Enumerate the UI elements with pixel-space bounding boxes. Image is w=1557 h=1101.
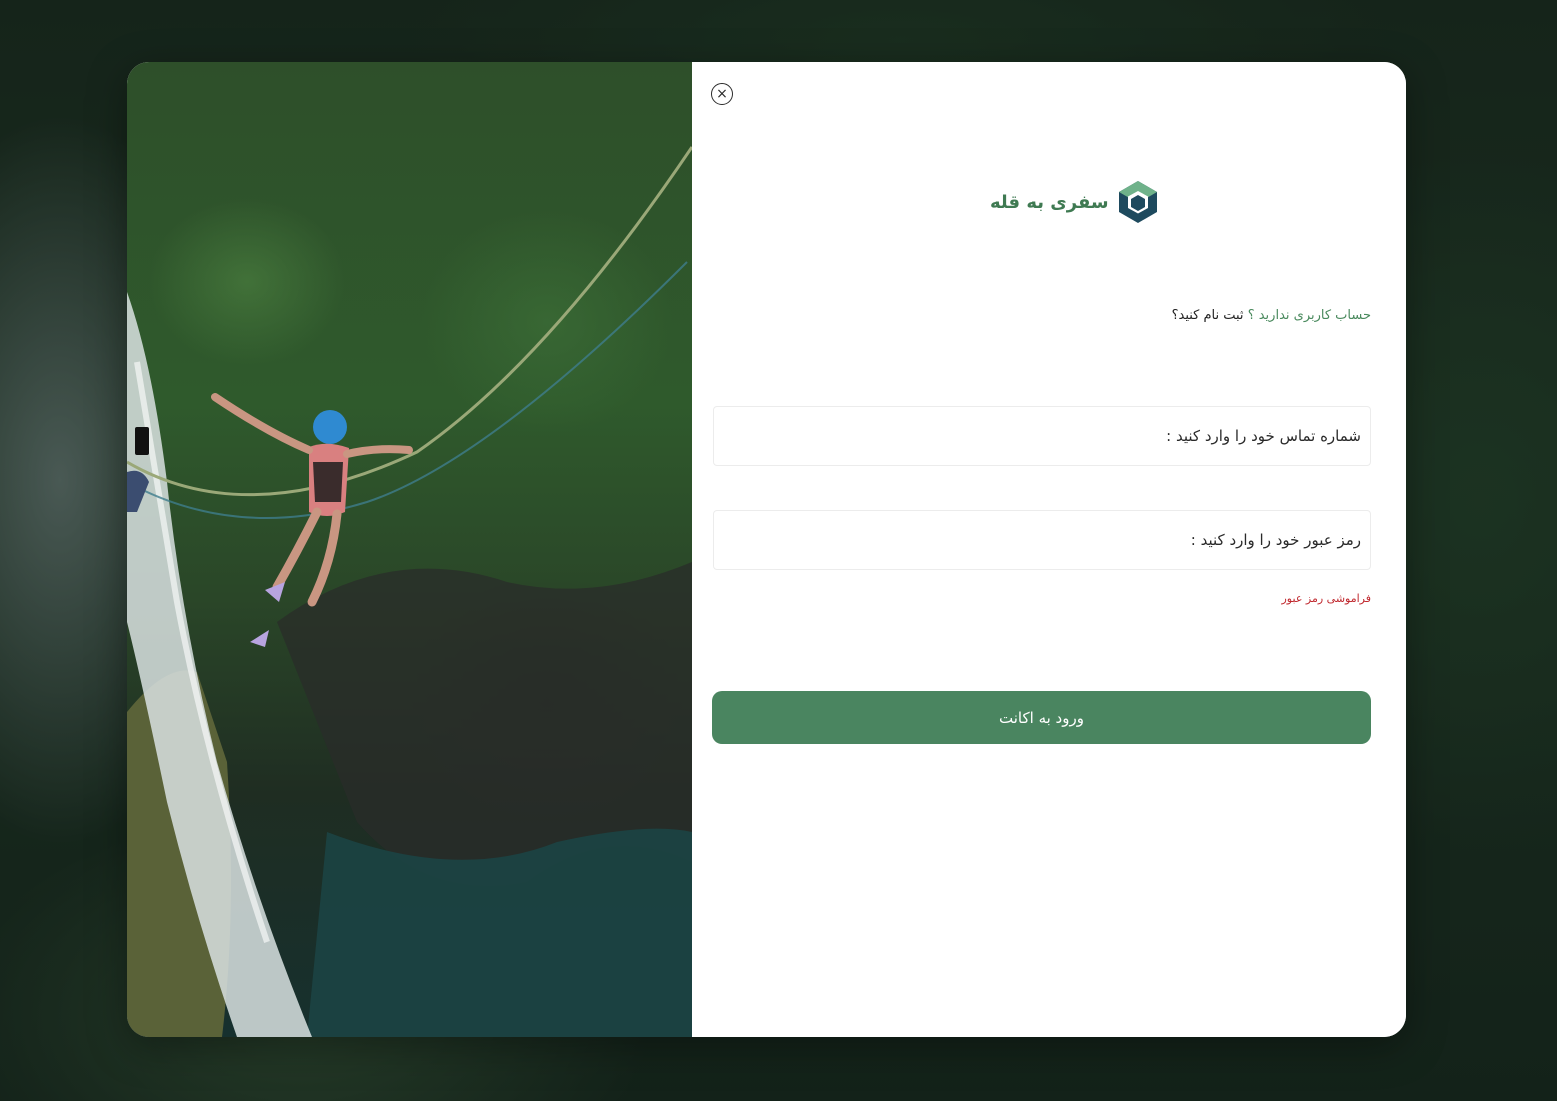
signup-question: حساب کاربری ندارید ؟ (1247, 308, 1371, 323)
brand-name: سفری به قله (990, 191, 1109, 213)
close-symbol: × (716, 86, 728, 102)
signup-prompt: حساب کاربری ندارید ؟ ثبت نام کنید؟ (1172, 308, 1371, 323)
password-field (713, 510, 1371, 570)
phone-input[interactable] (714, 407, 1370, 465)
hexagon-logo-icon (1118, 181, 1157, 223)
login-form-panel: × سفری به قله حساب کاربری ندارید ؟ ثبت ن… (692, 62, 1406, 1037)
login-button[interactable]: ورود به اکانت (712, 691, 1371, 744)
zipline-illustration (127, 146, 692, 1037)
brand-header: سفری به قله (990, 180, 1159, 224)
close-icon[interactable]: × (711, 83, 733, 105)
signup-link[interactable]: ثبت نام کنید؟ (1172, 308, 1244, 323)
login-modal: × سفری به قله حساب کاربری ندارید ؟ ثبت ن… (127, 62, 1406, 1037)
password-input[interactable] (714, 511, 1370, 569)
hero-photo (127, 62, 692, 1037)
forgot-password-link[interactable]: فراموشی رمز عبور (1282, 592, 1372, 605)
phone-field (713, 406, 1371, 466)
